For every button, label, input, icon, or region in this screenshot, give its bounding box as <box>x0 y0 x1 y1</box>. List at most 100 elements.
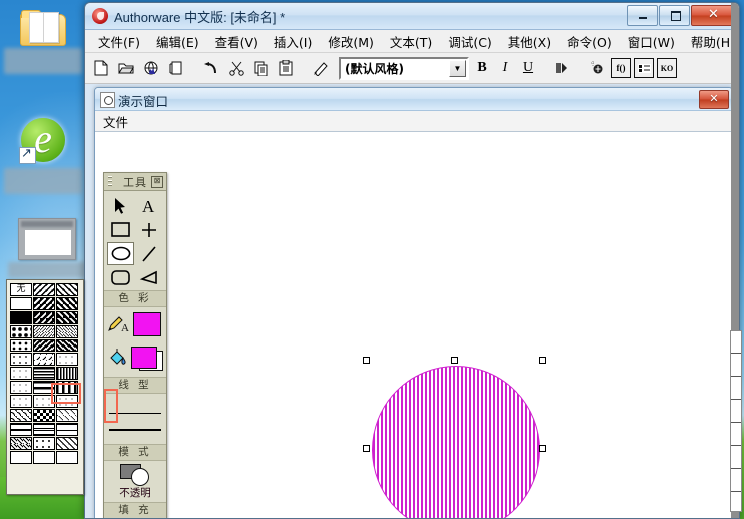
fill-pattern-cell[interactable] <box>33 353 55 366</box>
menu-item-6[interactable]: 调试(C) <box>441 30 498 53</box>
polygon-tool[interactable] <box>135 266 162 289</box>
diagonal-line-tool[interactable] <box>135 242 162 265</box>
menu-item-5[interactable]: 文本(T) <box>383 30 439 53</box>
fill-pattern-cell[interactable] <box>33 423 55 436</box>
menu-item-0[interactable]: 文件(F) <box>91 30 147 53</box>
tool-button-grid[interactable]: A <box>104 191 166 290</box>
oval-tool[interactable] <box>107 242 134 265</box>
fill-pattern-cell[interactable] <box>33 283 55 296</box>
fill-pattern-cell[interactable] <box>56 297 78 310</box>
text-color-swatch[interactable] <box>133 312 161 336</box>
new-file-icon[interactable] <box>90 57 112 79</box>
variable-icon[interactable] <box>634 58 654 78</box>
mode-selector[interactable]: 不透明 <box>104 461 166 502</box>
presentation-menu-bar[interactable]: 文件 <box>95 111 732 133</box>
minimize-button[interactable] <box>627 5 658 26</box>
fill-pattern-cell[interactable] <box>10 451 32 464</box>
presentation-menu-file[interactable]: 文件 <box>103 112 128 131</box>
fill-color-swatch[interactable] <box>131 347 163 371</box>
fill-pattern-cell[interactable] <box>10 409 32 422</box>
resize-handle-e[interactable] <box>539 445 546 452</box>
fill-pattern-cell[interactable] <box>56 367 78 380</box>
line-tool[interactable] <box>135 218 162 241</box>
underline-button[interactable]: U <box>518 58 538 78</box>
undo-icon[interactable] <box>200 57 222 79</box>
fill-pattern-cell[interactable] <box>33 339 55 352</box>
desktop-icon-folder[interactable] <box>4 10 82 74</box>
text-align-icon[interactable] <box>551 57 573 79</box>
fill-pattern-cell[interactable] <box>56 339 78 352</box>
fill-pattern-cell[interactable] <box>56 423 78 436</box>
fill-pattern-cell[interactable] <box>10 423 32 436</box>
bold-button[interactable]: B <box>472 58 492 78</box>
cut-scissors-icon[interactable] <box>225 57 247 79</box>
open-file-icon[interactable] <box>115 57 137 79</box>
import-icon[interactable] <box>165 57 187 79</box>
desktop-icon-window[interactable] <box>8 218 86 278</box>
maximize-button[interactable] <box>659 5 690 26</box>
presentation-canvas[interactable] <box>95 131 732 518</box>
fill-pattern-cell[interactable] <box>33 325 55 338</box>
function-icon[interactable]: f() <box>611 58 631 78</box>
fill-pattern-cell[interactable] <box>56 325 78 338</box>
fill-pattern-cell[interactable] <box>33 409 55 422</box>
fill-pattern-cell[interactable] <box>33 451 55 464</box>
fill-pattern-cell[interactable] <box>10 353 32 366</box>
knowledge-object-icon[interactable]: KO <box>657 58 677 78</box>
fill-pattern-cell[interactable] <box>56 353 78 366</box>
fill-pattern-cell[interactable] <box>33 311 55 324</box>
menu-item-4[interactable]: 修改(M) <box>321 30 381 53</box>
publish-globe-icon[interactable] <box>140 57 162 79</box>
fill-pattern-cell[interactable] <box>10 367 32 380</box>
fill-pattern-cell[interactable] <box>10 297 32 310</box>
resize-handle-w[interactable] <box>363 445 370 452</box>
text-style-dropdown[interactable]: (默认风格) ▼ <box>339 57 469 80</box>
fill-pattern-cell[interactable] <box>56 395 78 408</box>
fill-pattern-popup[interactable]: 无 <box>6 279 84 495</box>
fill-pattern-cell[interactable] <box>56 409 78 422</box>
fill-pattern-cell[interactable] <box>33 297 55 310</box>
fill-pattern-cell[interactable] <box>10 381 32 394</box>
fill-pattern-cell[interactable] <box>10 311 32 324</box>
fill-pattern-cell[interactable] <box>10 437 32 450</box>
fill-pattern-cell[interactable] <box>33 437 55 450</box>
fill-pattern-cell[interactable] <box>10 325 32 338</box>
rectangle-tool[interactable] <box>107 218 134 241</box>
fill-pattern-cell[interactable] <box>33 367 55 380</box>
menu-item-8[interactable]: 命令(O) <box>560 30 619 53</box>
close-icon[interactable]: ⊠ <box>151 176 163 188</box>
drag-grip-icon[interactable] <box>108 176 112 187</box>
selected-shape-group[interactable] <box>363 357 547 519</box>
italic-button[interactable]: I <box>495 58 515 78</box>
menu-bar[interactable]: 文件(F)编辑(E)查看(V)插入(I)修改(M)文本(T)调试(C)其他(X)… <box>85 30 739 53</box>
desktop-icon-browser[interactable] <box>4 118 82 194</box>
menu-item-2[interactable]: 查看(V) <box>208 30 265 53</box>
fill-pattern-cell[interactable] <box>33 395 55 408</box>
fill-pattern-cell[interactable] <box>56 451 78 464</box>
toolbar[interactable]: (默认风格) ▼ B I U f() KO <box>85 53 739 84</box>
fill-color-row[interactable] <box>104 340 166 377</box>
resize-handle-nw[interactable] <box>363 357 370 364</box>
fill-pattern-none[interactable]: 无 <box>10 283 32 296</box>
fill-pattern-grid[interactable]: 无 <box>10 283 82 465</box>
pointer-tool[interactable] <box>107 194 134 217</box>
resize-handle-n[interactable] <box>451 357 458 364</box>
paste-icon[interactable] <box>275 57 297 79</box>
resize-handle-ne[interactable] <box>539 357 546 364</box>
tools-palette-header[interactable]: 工具 ⊠ <box>104 173 166 191</box>
menu-item-1[interactable]: 编辑(E) <box>149 30 206 53</box>
menu-item-9[interactable]: 窗口(W) <box>621 30 682 53</box>
copy-icon[interactable] <box>250 57 272 79</box>
fill-pattern-cell[interactable] <box>56 311 78 324</box>
menu-item-7[interactable]: 其他(X) <box>501 30 558 53</box>
text-tool[interactable]: A <box>135 194 162 217</box>
fill-pattern-cell[interactable] <box>56 283 78 296</box>
tools-palette[interactable]: 工具 ⊠ A 色 彩 A <box>103 172 167 519</box>
fill-pattern-cell[interactable] <box>10 395 32 408</box>
text-color-row[interactable]: A <box>104 307 166 340</box>
fill-pattern-cell[interactable] <box>10 339 32 352</box>
chevron-down-icon[interactable]: ▼ <box>449 60 466 77</box>
fill-pattern-cell[interactable] <box>56 437 78 450</box>
fill-pattern-cell[interactable] <box>33 381 55 394</box>
menu-item-3[interactable]: 插入(I) <box>267 30 319 53</box>
